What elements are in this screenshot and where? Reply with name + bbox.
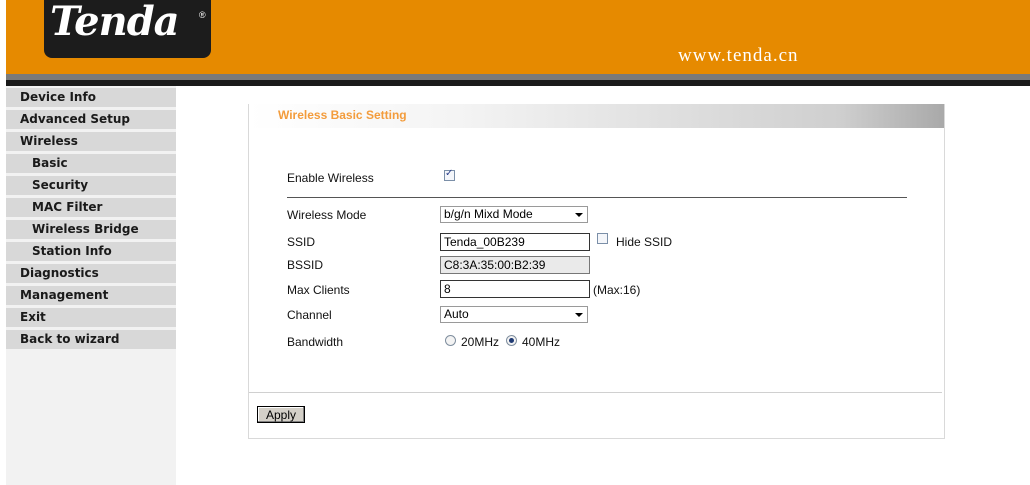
bandwidth-20mhz-label: 20MHz xyxy=(461,335,500,349)
ssid-label: SSID xyxy=(287,235,316,249)
panel-title: Wireless Basic Setting xyxy=(278,108,407,122)
enable-wireless-checkbox[interactable] xyxy=(444,168,455,181)
channel-value: Auto xyxy=(444,307,469,321)
wireless-basic-panel: Wireless Basic Setting Enable Wireless W… xyxy=(248,104,945,439)
sidebar-item-station-info[interactable]: Station Info xyxy=(6,242,176,261)
sidebar-item-mac-filter[interactable]: MAC Filter xyxy=(6,198,176,217)
chevron-down-icon xyxy=(575,313,583,317)
max-clients-input[interactable]: 8 xyxy=(440,280,590,298)
bandwidth-label: Bandwidth xyxy=(287,335,344,349)
registered-mark-icon: ® xyxy=(199,10,206,20)
sidebar-item-wireless[interactable]: Wireless xyxy=(6,132,176,151)
sidebar-item-management[interactable]: Management xyxy=(6,286,176,305)
logo-text: Tenda xyxy=(50,0,180,45)
sidebar-item-device-info[interactable]: Device Info xyxy=(6,88,176,107)
bssid-field: C8:3A:35:00:B2:39 xyxy=(440,256,590,274)
sidebar-item-diagnostics[interactable]: Diagnostics xyxy=(6,264,176,283)
wireless-mode-value: b/g/n Mixd Mode xyxy=(444,207,533,221)
bssid-label: BSSID xyxy=(287,258,324,272)
sidebar-item-advanced-setup[interactable]: Advanced Setup xyxy=(6,110,176,129)
max-clients-label: Max Clients xyxy=(287,283,350,297)
hide-ssid-label: Hide SSID xyxy=(616,235,673,249)
panel-title-bar: Wireless Basic Setting xyxy=(249,104,944,128)
logo: Tenda ® xyxy=(44,0,211,58)
sidebar-item-security[interactable]: Security xyxy=(6,176,176,195)
site-url: www.tenda.cn xyxy=(678,45,799,66)
sidebar-item-back-to-wizard[interactable]: Back to wizard xyxy=(6,330,176,349)
ssid-input[interactable]: Tenda_00B239 xyxy=(440,233,590,251)
footer-divider xyxy=(249,392,942,393)
wireless-mode-select[interactable]: b/g/n Mixd Mode xyxy=(440,206,588,223)
sidebar-item-exit[interactable]: Exit xyxy=(6,308,176,327)
sidebar-nav: Device Info Advanced Setup Wireless Basi… xyxy=(6,88,176,352)
wireless-mode-label: Wireless Mode xyxy=(287,208,367,222)
section-divider xyxy=(287,197,907,198)
enable-wireless-label: Enable Wireless xyxy=(287,171,374,185)
max-clients-hint: (Max:16) xyxy=(593,283,641,297)
apply-button[interactable]: Apply xyxy=(257,406,305,423)
bandwidth-20mhz-radio[interactable] xyxy=(445,335,456,346)
bandwidth-40mhz-radio[interactable] xyxy=(506,335,517,346)
bandwidth-40mhz-label: 40MHz xyxy=(522,335,561,349)
sidebar-item-wireless-bridge[interactable]: Wireless Bridge xyxy=(6,220,176,239)
header-banner: Tenda ® www.tenda.cn xyxy=(6,0,1030,74)
channel-label: Channel xyxy=(287,308,332,322)
sidebar-item-basic[interactable]: Basic xyxy=(6,154,176,173)
channel-select[interactable]: Auto xyxy=(440,306,588,323)
hide-ssid-checkbox[interactable] xyxy=(597,233,608,244)
chevron-down-icon xyxy=(575,213,583,217)
